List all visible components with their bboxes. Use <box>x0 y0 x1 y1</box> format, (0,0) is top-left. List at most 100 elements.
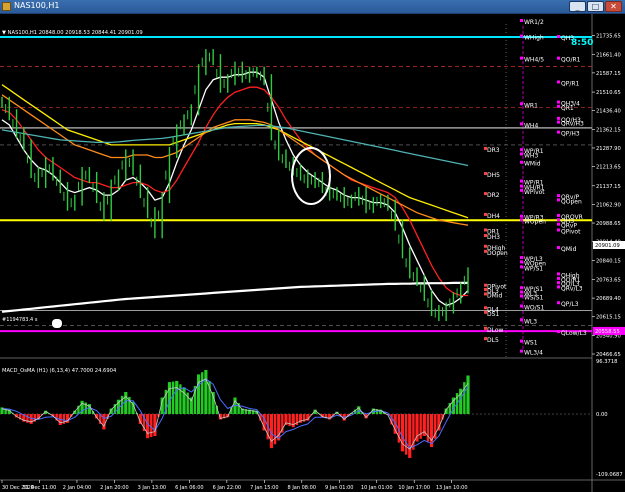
level-label-w: WL3/4 <box>524 350 543 357</box>
level-marker <box>557 285 560 289</box>
level-label-q: QP/R1 <box>561 80 580 87</box>
price-badge-label: 20901.09 <box>595 243 620 249</box>
level-marker <box>557 56 560 60</box>
level-label-w: WP/S1 <box>524 265 543 272</box>
macd-bar <box>201 372 204 415</box>
level-label-w: WHigh <box>524 35 544 42</box>
level-marker <box>520 294 523 298</box>
level-marker <box>520 56 523 60</box>
time-tick-label: 2 Jan 04:00 <box>63 485 91 491</box>
server-clock: 8:50 <box>571 38 594 48</box>
price-tick-label: 21213.65 <box>596 165 621 171</box>
time-tick-label: 31 Dec 11:00 <box>23 485 57 491</box>
level-label-q: QP/H3 <box>561 131 580 138</box>
macd-bar <box>102 414 106 430</box>
level-marker <box>557 104 560 108</box>
level-label-w: WH3 <box>524 152 538 159</box>
level-marker <box>557 246 560 250</box>
price-tick-label: 20466.65 <box>596 352 621 358</box>
macd-bar <box>466 375 470 415</box>
price-tick-label: 21287.90 <box>596 146 621 152</box>
level-label-q: QPivot <box>561 228 581 235</box>
macd-indicator-label: MACD_OsMA (H1) (6,13,4) 47.7000 24.6904 <box>2 368 117 374</box>
macd-panel <box>0 370 592 459</box>
level-label-q: QMid <box>561 246 577 253</box>
level-label-w: WMid <box>524 161 541 168</box>
macd-bar <box>182 387 186 415</box>
time-tick-label: 2 Jan 20:00 <box>100 485 128 491</box>
level-marker <box>520 152 523 156</box>
level-labels: DR3DH5DR2DH4DR1DH3DHighDOpenDPivotDL3DMi… <box>484 19 587 357</box>
close-button[interactable]: ✕ <box>605 1 622 12</box>
level-label-w: WPivot <box>524 189 545 196</box>
level-marker <box>557 213 560 217</box>
level-marker <box>557 116 560 120</box>
level-marker <box>557 276 560 280</box>
level-marker <box>520 304 523 308</box>
macd-tick-label: -109.0687 <box>596 472 623 478</box>
level-label-w: WS1 <box>524 340 538 347</box>
chart-area[interactable]: DR3 DH5 DR2 DH4 DR1 DH3 DHigh DOpen DPivot DL3 DMi… <box>0 14 625 492</box>
level-marker <box>520 160 523 164</box>
level-label-w: WH4 <box>524 122 538 129</box>
chart-canvas[interactable]: DR3DH5DR2DH4DR1DH3DHighDOpenDPivotDL3DMi… <box>0 14 625 492</box>
price-tick-label: 21062.90 <box>596 202 621 208</box>
level-label-d: DR2 <box>487 192 500 199</box>
level-label-d: DMid <box>487 292 502 299</box>
level-label-q: QP/L3 <box>561 301 579 308</box>
moving-averages <box>1 71 469 313</box>
level-label-q: QOpen <box>561 198 582 205</box>
price-series <box>1 49 469 322</box>
level-label-d: DR3 <box>487 147 500 154</box>
macd-tick-label: 96.3718 <box>596 359 617 365</box>
level-marker <box>520 256 523 260</box>
level-marker <box>520 349 523 353</box>
level-marker <box>520 19 523 22</box>
level-marker <box>520 184 523 188</box>
level-label-w: WL3 <box>524 318 537 325</box>
level-label-q: QLow/L3 <box>561 330 587 337</box>
macd-bar <box>171 381 175 415</box>
level-marker <box>520 102 523 106</box>
level-label-q: QRv/H3 <box>561 121 584 128</box>
macd-bar <box>196 374 201 415</box>
macd-bar <box>400 414 405 452</box>
macd-bar <box>273 414 277 445</box>
price-tick-label: 20615.15 <box>596 315 621 321</box>
time-tick-label: 6 Jan 22:00 <box>213 485 241 491</box>
level-label-w: WS/S1 <box>524 294 544 301</box>
maximize-button[interactable]: □ <box>587 1 604 12</box>
price-tick-label: 20840.15 <box>596 258 621 264</box>
level-label-d: DL5 <box>487 337 499 344</box>
price-tick-label: 21587.15 <box>596 71 621 77</box>
price-tick-label: 20763.65 <box>596 277 621 283</box>
price-badge-label: 20558.55 <box>595 329 620 335</box>
price-tick-label: 21735.65 <box>596 34 621 40</box>
level-label-d: DH5 <box>487 172 500 179</box>
price-tick-label: 21137.15 <box>596 184 621 190</box>
macd-bar <box>419 414 422 439</box>
price-tick-label: 21436.40 <box>596 109 621 115</box>
time-tick-label: 10 Jan 01:00 <box>361 485 393 491</box>
symbol-info: ▼ NAS100,H1 20848.00 20918.53 20844.41 2… <box>2 30 143 36</box>
level-marker <box>520 122 523 126</box>
level-marker <box>557 120 560 124</box>
level-label-w: WR1/2 <box>524 19 544 26</box>
level-marker <box>520 34 523 38</box>
level-label-q: QRv/L3 <box>561 285 583 292</box>
macd-bar <box>124 392 128 415</box>
time-tick-label: 3 Jan 13:00 <box>138 485 166 491</box>
minimize-button[interactable]: _ <box>569 1 586 12</box>
level-marker <box>557 218 560 222</box>
price-tick-label: 21510.65 <box>596 90 621 96</box>
price-tick-label: 20689.40 <box>596 296 621 302</box>
time-tick-label: 9 Jan 01:00 <box>325 485 353 491</box>
level-marker <box>520 260 523 264</box>
level-label-q: QR1 <box>561 105 574 112</box>
time-tick-label: 10 Jan 17:00 <box>398 485 430 491</box>
price-tick-label: 21661.40 <box>596 52 621 58</box>
level-marker <box>557 35 560 39</box>
level-marker <box>557 272 560 276</box>
level-marker <box>520 214 523 218</box>
level-marker <box>557 228 560 232</box>
